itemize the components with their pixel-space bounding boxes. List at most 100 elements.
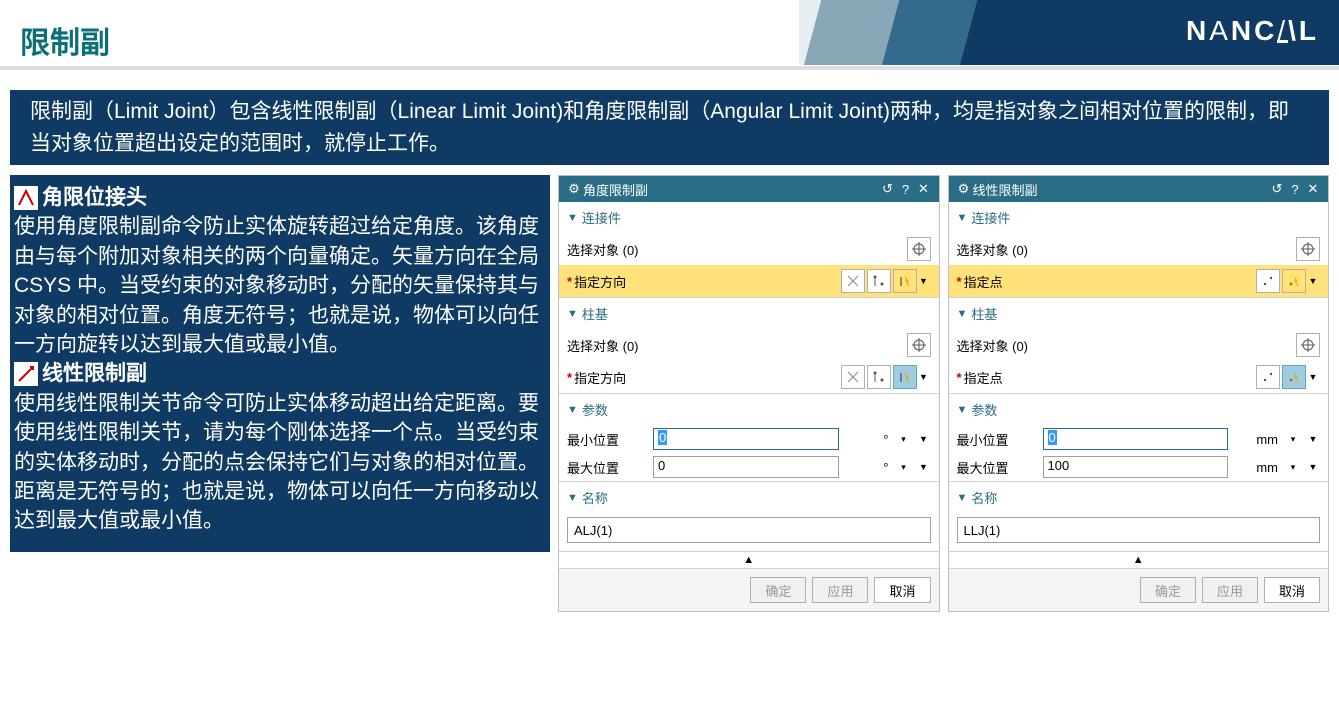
close-icon[interactable]: ✕ — [915, 181, 933, 197]
target-icon[interactable] — [907, 237, 931, 261]
page-title: 限制副 — [20, 18, 110, 62]
point-tool-icon-1[interactable] — [1256, 269, 1280, 293]
point-dropdown[interactable]: ▼ — [1306, 372, 1320, 382]
logo-banner: NANC/\L — [799, 0, 1339, 65]
expr-dropdown[interactable]: ▼ — [917, 434, 931, 444]
spec-dir-label: 指定方向 — [574, 272, 626, 291]
unit-dropdown[interactable]: ▾ — [1286, 434, 1300, 445]
min-pos-label: 最小位置 — [567, 430, 647, 449]
target-icon[interactable] — [1296, 237, 1320, 261]
section-base[interactable]: ▼柱基 — [949, 298, 1329, 329]
target-icon[interactable] — [907, 333, 931, 357]
brand-logo: NANC/\L — [1186, 15, 1319, 51]
section-params[interactable]: ▼参数 — [949, 394, 1329, 425]
base-dir-label: 指定方向 — [574, 368, 626, 387]
vector-tool-icon-3[interactable] — [893, 365, 917, 389]
point-dropdown[interactable]: ▼ — [1306, 276, 1320, 286]
dialog-title: 角度限制副 — [583, 180, 879, 199]
gear-icon[interactable]: ⚙ — [955, 181, 973, 197]
row-base-select[interactable]: 选择对象 (0) — [949, 329, 1329, 361]
unit-dropdown[interactable]: ▾ — [897, 434, 911, 445]
left-heading-2: 线性限制副 — [42, 359, 147, 388]
vector-dropdown[interactable]: ▼ — [917, 372, 931, 382]
unit-dropdown[interactable]: ▾ — [897, 462, 911, 473]
cancel-button[interactable]: 取消 — [1264, 577, 1320, 603]
spec-point-label: 指定点 — [964, 272, 1003, 291]
max-pos-input[interactable]: 0 — [653, 456, 839, 478]
point-tool-icon-2[interactable] — [1282, 365, 1306, 389]
vector-tool-icon-3[interactable] — [893, 269, 917, 293]
angular-limit-dialog: ⚙ 角度限制副 ↺ ? ✕ ▼连接件 选择对象 (0) *指定方向 ▼ ▼柱基 … — [558, 175, 940, 612]
help-icon[interactable]: ? — [897, 182, 915, 197]
min-pos-label: 最小位置 — [957, 430, 1037, 449]
section-base[interactable]: ▼柱基 — [559, 298, 939, 329]
row-base-point[interactable]: *指定点 ▼ — [949, 361, 1329, 393]
row-max-position: 最大位置 100 mm ▾ ▼ — [949, 453, 1329, 481]
min-pos-input[interactable]: 0 — [653, 428, 839, 450]
section-name[interactable]: ▼名称 — [559, 482, 939, 513]
close-icon[interactable]: ✕ — [1304, 181, 1322, 197]
point-tool-icon-1[interactable] — [1256, 365, 1280, 389]
max-pos-input[interactable]: 100 — [1043, 456, 1229, 478]
row-select-object[interactable]: 选择对象 (0) — [559, 233, 939, 265]
row-base-direction[interactable]: *指定方向 ▼ — [559, 361, 939, 393]
vector-tool-icon-1[interactable] — [841, 365, 865, 389]
dialog-buttons: 确定 应用 取消 — [949, 568, 1329, 611]
dialog-buttons: 确定 应用 取消 — [559, 568, 939, 611]
vector-dropdown[interactable]: ▼ — [917, 276, 931, 286]
linear-limit-dialog: ⚙ 线性限制副 ↺ ? ✕ ▼连接件 选择对象 (0) *指定点 ▼ ▼柱基 选… — [948, 175, 1330, 612]
description-box: 角限位接头 使用角度限制副命令防止实体旋转超过给定角度。该角度由与每个附加对象相… — [10, 175, 550, 552]
base-select-label: 选择对象 (0) — [567, 336, 639, 355]
section-connector[interactable]: ▼连接件 — [949, 202, 1329, 233]
max-pos-label: 最大位置 — [567, 458, 647, 477]
page-header: 限制副 NANC/\L — [0, 0, 1339, 70]
reset-icon[interactable]: ↺ — [1268, 181, 1286, 197]
ok-button[interactable]: 确定 — [1140, 577, 1196, 603]
min-pos-unit: mm — [1234, 432, 1280, 447]
row-min-position: 最小位置 0 ° ▾ ▼ — [559, 425, 939, 453]
base-select-label: 选择对象 (0) — [957, 336, 1029, 355]
row-specify-point[interactable]: *指定点 ▼ — [949, 265, 1329, 297]
required-asterisk: * — [567, 370, 572, 385]
gear-icon[interactable]: ⚙ — [565, 181, 583, 197]
row-base-select[interactable]: 选择对象 (0) — [559, 329, 939, 361]
vector-tool-icon-2[interactable] — [867, 269, 891, 293]
main-layout: 角限位接头 使用角度限制副命令防止实体旋转超过给定角度。该角度由与每个附加对象相… — [0, 175, 1339, 612]
expr-dropdown[interactable]: ▼ — [1306, 462, 1320, 472]
min-pos-unit: ° — [845, 432, 891, 447]
help-icon[interactable]: ? — [1286, 182, 1304, 197]
reset-icon[interactable]: ↺ — [879, 181, 897, 197]
required-asterisk: * — [957, 274, 962, 289]
collapse-arrow[interactable]: ▲ — [559, 551, 939, 568]
row-min-position: 最小位置 0 mm ▾ ▼ — [949, 425, 1329, 453]
apply-button[interactable]: 应用 — [1202, 577, 1258, 603]
name-input[interactable] — [957, 517, 1321, 543]
collapse-arrow[interactable]: ▲ — [949, 551, 1329, 568]
cancel-button[interactable]: 取消 — [874, 577, 930, 603]
unit-dropdown[interactable]: ▾ — [1286, 462, 1300, 473]
row-specify-direction[interactable]: *指定方向 ▼ — [559, 265, 939, 297]
angle-limit-icon — [14, 186, 38, 210]
section-name[interactable]: ▼名称 — [949, 482, 1329, 513]
dialog-titlebar[interactable]: ⚙ 角度限制副 ↺ ? ✕ — [559, 176, 939, 202]
max-pos-unit: mm — [1234, 460, 1280, 475]
target-icon[interactable] — [1296, 333, 1320, 357]
dialog-titlebar[interactable]: ⚙ 线性限制副 ↺ ? ✕ — [949, 176, 1329, 202]
section-connector[interactable]: ▼连接件 — [559, 202, 939, 233]
row-select-object[interactable]: 选择对象 (0) — [949, 233, 1329, 265]
expr-dropdown[interactable]: ▼ — [917, 462, 931, 472]
vector-tool-icon-1[interactable] — [841, 269, 865, 293]
apply-button[interactable]: 应用 — [812, 577, 868, 603]
min-pos-input[interactable]: 0 — [1043, 428, 1229, 450]
point-tool-icon-2[interactable] — [1282, 269, 1306, 293]
linear-limit-icon — [14, 362, 38, 386]
required-asterisk: * — [567, 274, 572, 289]
name-input[interactable] — [567, 517, 931, 543]
max-pos-unit: ° — [845, 460, 891, 475]
row-max-position: 最大位置 0 ° ▾ ▼ — [559, 453, 939, 481]
vector-tool-icon-2[interactable] — [867, 365, 891, 389]
expr-dropdown[interactable]: ▼ — [1306, 434, 1320, 444]
dialog-title: 线性限制副 — [973, 180, 1269, 199]
ok-button[interactable]: 确定 — [750, 577, 806, 603]
section-params[interactable]: ▼参数 — [559, 394, 939, 425]
